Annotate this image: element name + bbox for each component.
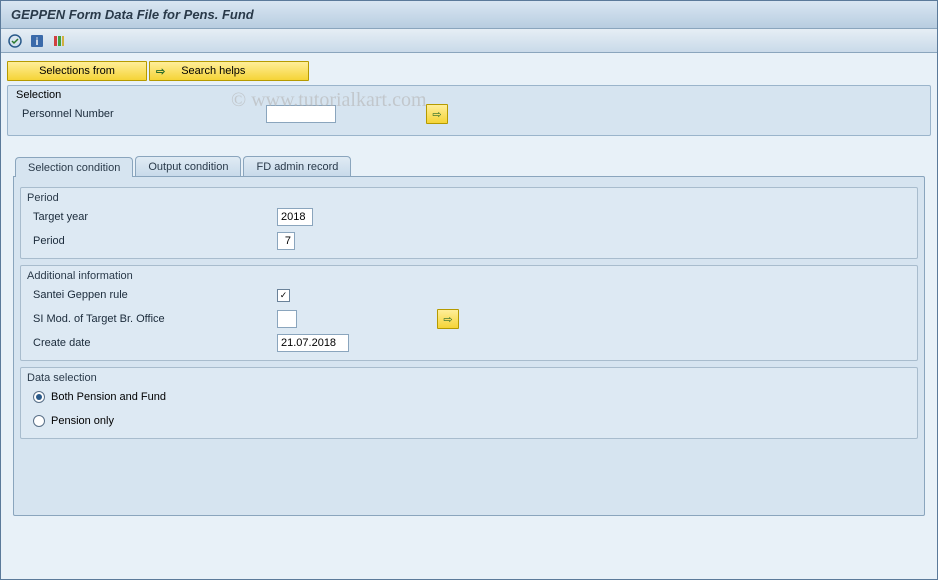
si-mod-label: SI Mod. of Target Br. Office (27, 313, 277, 325)
additional-info-legend: Additional information (27, 270, 911, 282)
body-area: © www.tutorialkart.com Selections from ⇨… (1, 53, 937, 579)
data-selection-group: Data selection Both Pension and Fund Pen… (20, 367, 918, 439)
execute-icon[interactable] (7, 33, 23, 49)
period-label: Period (27, 235, 277, 247)
svg-text:i: i (36, 37, 39, 48)
radio-both-pension-fund[interactable] (33, 391, 45, 403)
arrow-right-icon: ⇨ (443, 313, 452, 326)
app-toolbar: i (1, 29, 937, 53)
radio-pension-only-label: Pension only (51, 415, 114, 427)
period-input[interactable] (277, 232, 295, 250)
create-date-label: Create date (27, 337, 277, 349)
data-selection-legend: Data selection (27, 372, 911, 384)
create-date-input[interactable] (277, 334, 349, 352)
window-title: GEPPEN Form Data File for Pens. Fund (1, 1, 937, 29)
tab-body: Period Target year Period Additional inf… (13, 176, 925, 516)
target-year-label: Target year (27, 211, 277, 223)
search-helps-button[interactable]: ⇨ Search helps (149, 61, 309, 81)
personnel-number-label: Personnel Number (16, 108, 266, 120)
target-year-input[interactable] (277, 208, 313, 226)
variant-icon[interactable] (51, 33, 67, 49)
tab-fd-admin-record[interactable]: FD admin record (243, 156, 351, 176)
tab-label: Output condition (148, 161, 228, 173)
selection-group: Selection Personnel Number ⇨ (7, 85, 931, 136)
search-helps-label: Search helps (181, 65, 245, 77)
button-row: Selections from ⇨ Search helps (7, 61, 931, 81)
info-icon[interactable]: i (29, 33, 45, 49)
personnel-number-multiselect-button[interactable]: ⇨ (426, 104, 448, 124)
santei-checkbox[interactable]: ✓ (277, 289, 290, 302)
additional-info-group: Additional information Santei Geppen rul… (20, 265, 918, 361)
arrow-right-icon: ⇨ (156, 65, 165, 78)
tabstrip: Selection condition Output condition FD … (7, 156, 931, 176)
si-mod-input[interactable] (277, 310, 297, 328)
radio-pension-only[interactable] (33, 415, 45, 427)
period-group: Period Target year Period (20, 187, 918, 259)
si-mod-multiselect-button[interactable]: ⇨ (437, 309, 459, 329)
radio-both-label: Both Pension and Fund (51, 391, 166, 403)
period-legend: Period (27, 192, 911, 204)
santei-label: Santei Geppen rule (27, 289, 277, 301)
tab-label: FD admin record (256, 161, 338, 173)
tab-label: Selection condition (28, 162, 120, 174)
tab-output-condition[interactable]: Output condition (135, 156, 241, 176)
selections-from-label: Selections from (39, 65, 115, 77)
arrow-right-icon: ⇨ (432, 108, 441, 121)
personnel-number-input[interactable] (266, 105, 336, 123)
selection-legend: Selection (16, 89, 922, 101)
selections-from-button[interactable]: Selections from (7, 61, 147, 81)
tab-selection-condition[interactable]: Selection condition (15, 157, 133, 177)
